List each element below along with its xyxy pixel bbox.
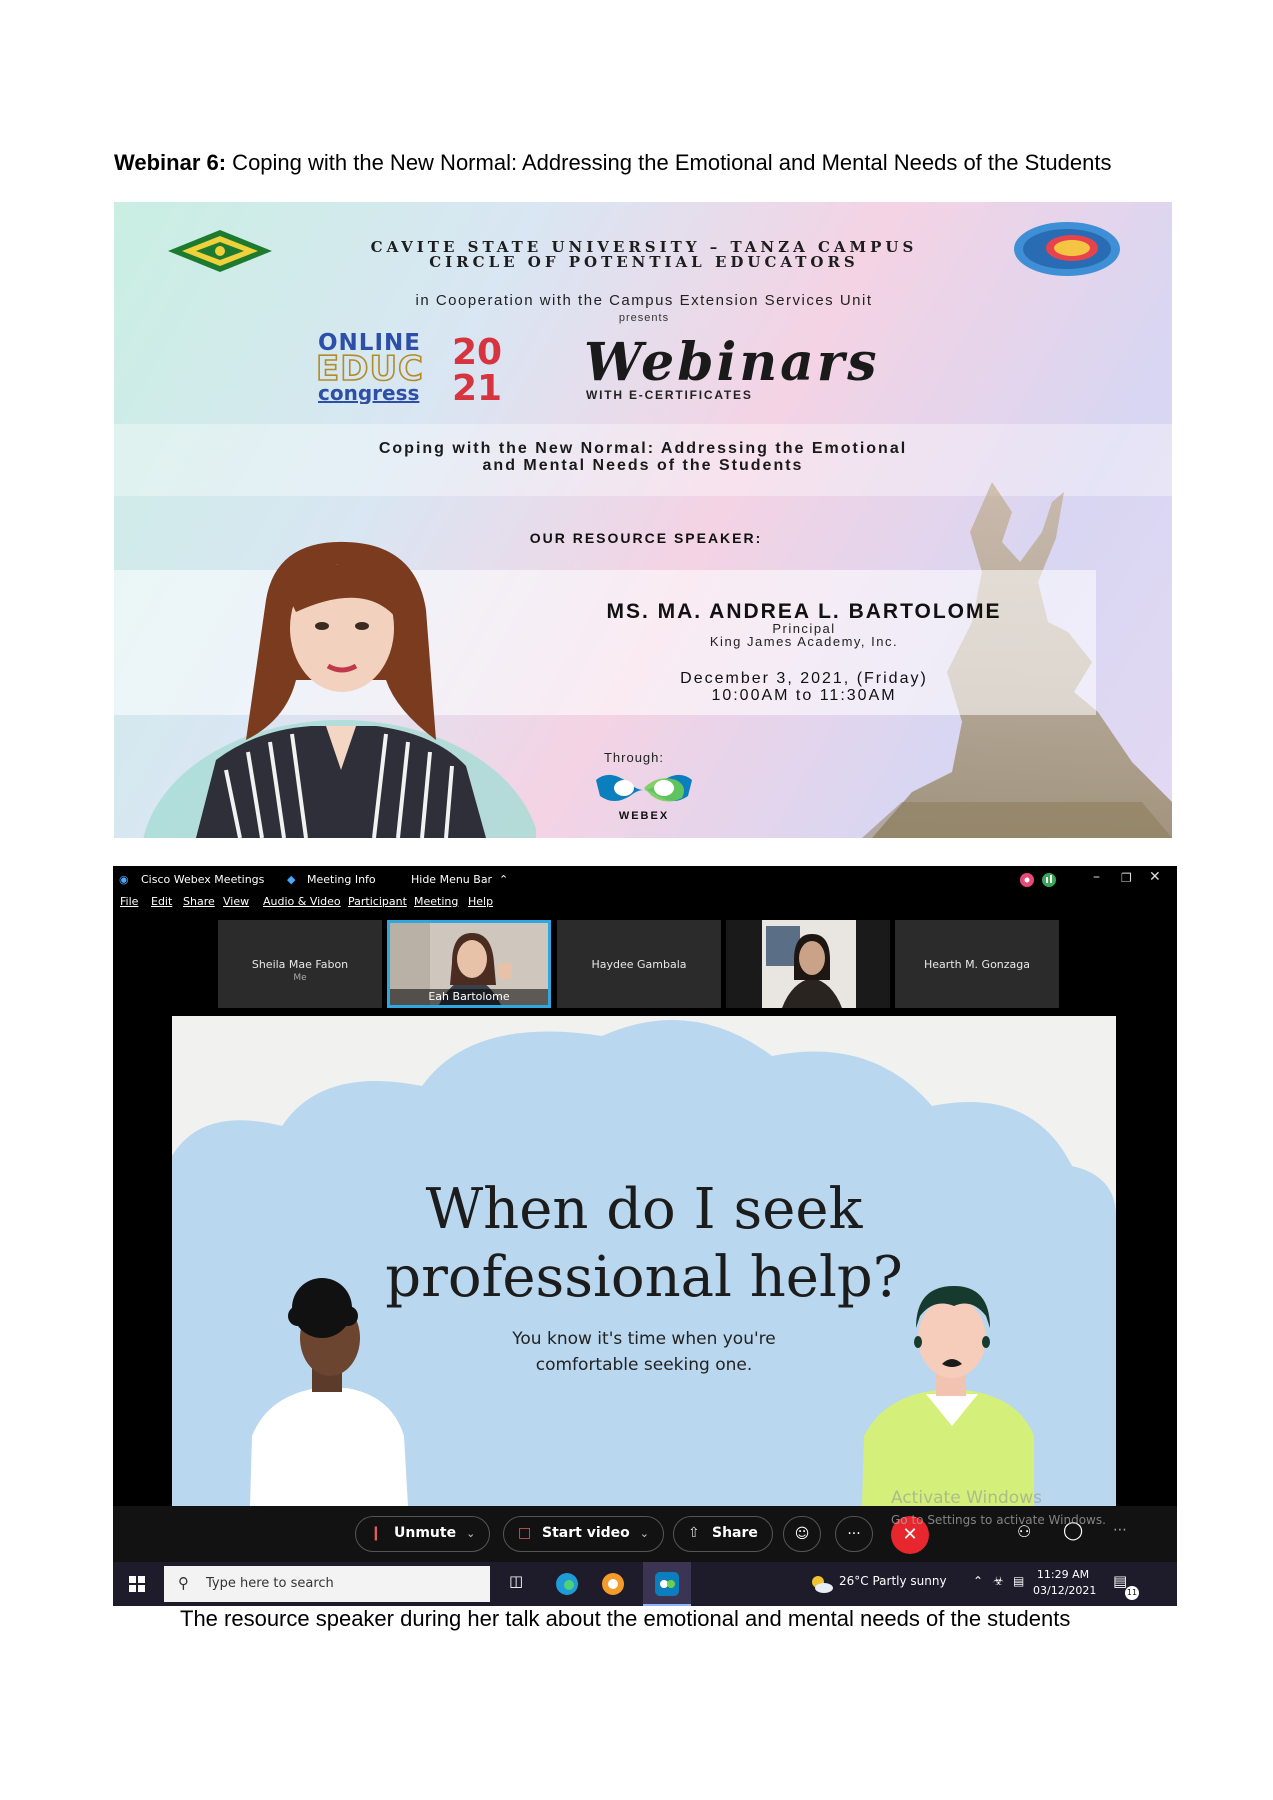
activate-windows-watermark: Activate Windows [891, 1488, 1042, 1508]
participant-video-tile[interactable] [726, 920, 890, 1008]
participant-me-label: Me [293, 973, 307, 983]
speaker-affiliation: Principal King James Academy, Inc. [709, 621, 899, 649]
online-educ-congress-logo: ONLINE EDUC congress 20 21 [315, 330, 502, 404]
cope-logo [1014, 222, 1120, 276]
hide-menu-bar-button[interactable]: Hide Menu Bar [411, 873, 492, 886]
windows-start-icon[interactable] [129, 1576, 145, 1592]
edge-icon[interactable] [555, 1572, 579, 1596]
chevron-down-icon: ⌄ [466, 1527, 476, 1540]
slide-subtitle: You know it's time when you're comfortab… [512, 1329, 776, 1375]
document-title: Webinar 6: Coping with the New Normal: A… [114, 150, 1194, 176]
partly-sunny-icon [812, 1576, 833, 1593]
menu-audio-video[interactable]: Audio & Video [263, 895, 341, 908]
figure-caption: The resource speaker during her talk abo… [180, 1606, 1071, 1631]
shared-slide: When do I seek professional help? You kn… [172, 1016, 1116, 1506]
task-view-icon[interactable]: ◫ [509, 1572, 523, 1590]
active-speaker-tile[interactable]: Eah Bartolome [387, 920, 551, 1008]
webex-app-icon [655, 1572, 679, 1596]
webinar-schedule: December 3, 2021, (Friday) 10:00AM to 11… [680, 670, 928, 704]
participant-name: Eah Bartolome [390, 989, 548, 1005]
menu-edit[interactable]: Edit [151, 895, 172, 908]
poster-topic: Coping with the New Normal: Addressing t… [378, 440, 908, 474]
search-icon: ⚲ [178, 1574, 189, 1592]
app-title: Cisco Webex Meetings [141, 873, 265, 886]
menu-bar: File Edit Share View Audio & Video Parti… [113, 892, 1177, 914]
start-video-button[interactable]: □ Start video ⌄ [503, 1516, 664, 1552]
menu-view[interactable]: View [223, 895, 249, 908]
through-label: Through: [603, 750, 665, 765]
webinar-topic: Coping with the New Normal: Addressing t… [226, 150, 1112, 175]
webinar-number: Webinar 6: [114, 150, 227, 175]
webex-app-icon: ◉ [119, 873, 129, 886]
taskbar-search-input[interactable]: ⚲ Type here to search [164, 1566, 490, 1602]
cvsu-logo [168, 230, 272, 272]
menu-meeting[interactable]: Meeting [414, 895, 458, 908]
svg-text:20: 20 [452, 332, 502, 373]
share-button[interactable]: ⇧ Share [673, 1516, 773, 1552]
notification-center-icon[interactable]: ▤ [1113, 1572, 1127, 1590]
svg-text:21: 21 [452, 368, 502, 404]
notification-count-badge: 11 [1125, 1586, 1139, 1600]
webex-meeting-screenshot: ◉ Cisco Webex Meetings ◆ Meeting Info Hi… [113, 866, 1177, 1606]
webex-taskbar-item[interactable] [643, 1562, 691, 1606]
menu-share[interactable]: Share [183, 895, 215, 908]
participant-tile[interactable]: Haydee Gambala [557, 920, 721, 1008]
close-icon[interactable]: ✕ [1149, 869, 1161, 885]
chevron-up-icon[interactable]: ⌃ [973, 1574, 983, 1588]
chevron-down-icon: ⌄ [639, 1527, 649, 1540]
participant-strip: Sheila Mae Fabon Me Eah Bartolome Haydee… [113, 920, 1177, 1010]
svg-text:congress: congress [318, 381, 419, 404]
activate-windows-hint: Go to Settings to activate Windows. [891, 1513, 1106, 1527]
brave-icon[interactable] [601, 1572, 625, 1596]
chevron-up-icon: ⌃ [499, 873, 509, 886]
shield-icon: ◆ [287, 873, 296, 886]
webinars-heading: Webinars [584, 332, 880, 393]
menu-help[interactable]: Help [468, 895, 493, 908]
muted-mic-icon: ❙ [370, 1525, 382, 1541]
participant-tile[interactable]: Hearth M. Gonzaga [895, 920, 1059, 1008]
meeting-info-button[interactable]: Meeting Info [307, 873, 376, 886]
with-certificates-label: WITH E-CERTIFICATES [586, 388, 753, 402]
shield-icon[interactable]: ☣ [993, 1574, 1004, 1588]
windows-taskbar: ⚲ Type here to search ◫ 26°C Partly sunn… [113, 1562, 1177, 1606]
weather-widget[interactable]: 26°C Partly sunny [839, 1574, 947, 1588]
participant-name: Hearth M. Gonzaga [923, 958, 1031, 971]
participant-tile[interactable]: Sheila Mae Fabon Me [218, 920, 382, 1008]
participant-video [762, 920, 856, 1008]
webinar-poster: CAVITE STATE UNIVERSITY – TANZA CAMPUS C… [114, 202, 1172, 838]
menu-file[interactable]: File [120, 895, 138, 908]
cooperation-line: in Cooperation with the Campus Extension… [415, 292, 873, 309]
slide-title: When do I seek professional help? [385, 1177, 903, 1310]
restore-icon[interactable]: ❐ [1121, 871, 1132, 885]
unmute-button[interactable]: ❙ Unmute ⌄ [355, 1516, 491, 1552]
webex-logo-icon [596, 774, 692, 802]
reactions-icon[interactable]: ☺ [783, 1516, 821, 1552]
more-panels-icon[interactable]: ⋯ [1113, 1522, 1127, 1538]
participant-name: Sheila Mae Fabon [251, 958, 349, 971]
university-name: CAVITE STATE UNIVERSITY – TANZA CAMPUS C… [370, 238, 918, 271]
network-icon[interactable]: ▤ [1013, 1574, 1024, 1588]
share-icon: ⇧ [688, 1525, 700, 1541]
more-options-button[interactable]: ··· [835, 1516, 873, 1552]
status-icons [1020, 873, 1056, 887]
participant-name: Haydee Gambala [591, 958, 687, 971]
video-off-icon: □ [518, 1525, 532, 1541]
speaker-photo [143, 541, 536, 838]
presents-label: presents [618, 312, 670, 324]
title-bar: ◉ Cisco Webex Meetings ◆ Meeting Info Hi… [113, 866, 1177, 892]
menu-participant[interactable]: Participant [348, 895, 407, 908]
webex-label: WEBEX [618, 810, 670, 822]
taskbar-clock[interactable]: 11:29 AM 03/12/2021 [1033, 1567, 1096, 1599]
minimize-icon[interactable]: – [1093, 869, 1100, 885]
